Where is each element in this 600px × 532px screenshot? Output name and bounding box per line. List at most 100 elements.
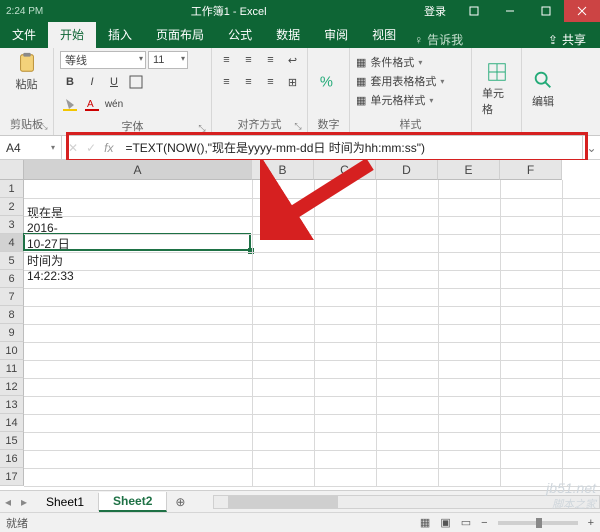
row-header[interactable]: 12 <box>0 378 24 396</box>
view-normal-icon[interactable]: ▦ <box>420 516 430 529</box>
new-sheet-button[interactable]: ⊕ <box>167 495 193 509</box>
dialog-launcher-icon[interactable]: ⤡ <box>292 121 304 133</box>
close-icon[interactable] <box>564 0 600 22</box>
tell-me[interactable]: ♀ 告诉我 <box>414 31 463 48</box>
cell-styles-button[interactable]: ▦单元格样式▾ <box>356 91 444 109</box>
chevron-down-icon: ▾ <box>181 54 185 63</box>
group-styles-label: 样式 <box>400 119 422 131</box>
zoom-out-icon[interactable]: − <box>481 517 487 529</box>
row-header[interactable]: 16 <box>0 450 24 468</box>
formula-text: =TEXT(NOW(),"现在是yyyy-mm-dd日 时间为hh:mm:ss"… <box>125 139 425 156</box>
table-format-icon: ▦ <box>356 75 366 88</box>
row-header[interactable]: 8 <box>0 306 24 324</box>
column-header[interactable]: D <box>376 160 438 180</box>
row-header[interactable]: 17 <box>0 468 24 486</box>
formula-input[interactable]: =TEXT(NOW(),"现在是yyyy-mm-dd日 时间为hh:mm:ss"… <box>119 136 582 159</box>
row-header[interactable]: 13 <box>0 396 24 414</box>
phonetic-button[interactable]: wén <box>104 94 124 114</box>
cancel-formula-icon[interactable]: ✕ <box>68 141 78 155</box>
font-name-value: 等线 <box>65 52 87 68</box>
row-header[interactable]: 9 <box>0 324 24 342</box>
font-color-button[interactable]: A <box>82 94 102 114</box>
row-header[interactable]: 15 <box>0 432 24 450</box>
name-box[interactable]: A4 ▾ <box>0 136 62 159</box>
sheet-tab[interactable]: Sheet2 <box>99 492 167 512</box>
group-font-label: 字体 <box>122 121 144 133</box>
zoom-knob[interactable] <box>536 518 542 528</box>
italic-button[interactable]: I <box>82 72 102 92</box>
tab-layout[interactable]: 页面布局 <box>144 22 216 48</box>
align-left-button[interactable]: ≡ <box>217 72 237 92</box>
row-header[interactable]: 1 <box>0 180 24 198</box>
row-header[interactable]: 7 <box>0 288 24 306</box>
cells-button[interactable]: 单元格 <box>478 59 515 119</box>
dialog-launcher-icon[interactable]: ⤡ <box>38 121 50 133</box>
view-layout-icon[interactable]: ▣ <box>440 516 450 529</box>
tab-insert[interactable]: 插入 <box>96 22 144 48</box>
column-header[interactable]: F <box>500 160 562 180</box>
scrollbar-thumb[interactable] <box>228 496 338 508</box>
group-number: % 数字 <box>308 48 350 135</box>
row-header[interactable]: 14 <box>0 414 24 432</box>
share-button[interactable]: ⇪ 共享 <box>534 31 600 48</box>
table-format-button[interactable]: ▦套用表格格式▾ <box>356 72 444 90</box>
sheet-tab[interactable]: Sheet1 <box>32 493 99 511</box>
border-button[interactable] <box>126 72 146 92</box>
tab-view[interactable]: 视图 <box>360 22 408 48</box>
dialog-launcher-icon[interactable]: ⤡ <box>196 123 208 135</box>
conditional-format-button[interactable]: ▦条件格式▾ <box>356 53 444 71</box>
sheet-nav-prev-icon[interactable]: ◂ <box>0 495 16 509</box>
titlebar: 2:24 PM 工作簿1 - Excel 登录 <box>0 0 600 22</box>
font-name-dropdown[interactable]: 等线▾ <box>60 51 146 69</box>
group-align: ≡ ≡ ≡ ↩ ≡ ≡ ≡ ⊞ 对齐方式⤡ <box>212 48 308 135</box>
row-header[interactable]: 2 <box>0 198 24 216</box>
tab-formulas[interactable]: 公式 <box>216 22 264 48</box>
align-center-button[interactable]: ≡ <box>239 72 259 92</box>
window-title: 工作簿1 - Excel <box>191 3 267 19</box>
underline-button[interactable]: U <box>104 72 124 92</box>
accept-formula-icon[interactable]: ✓ <box>86 141 96 155</box>
tab-home[interactable]: 开始 <box>48 22 96 48</box>
zoom-slider[interactable] <box>498 521 578 525</box>
row-header[interactable]: 11 <box>0 360 24 378</box>
fx-icon[interactable]: fx <box>104 141 113 155</box>
row-header[interactable]: 5 <box>0 252 24 270</box>
merge-button[interactable]: ⊞ <box>283 72 303 92</box>
select-all-corner[interactable] <box>0 160 24 180</box>
column-header[interactable]: A <box>24 160 252 180</box>
lightbulb-icon: ♀ <box>414 33 423 47</box>
login-link[interactable]: 登录 <box>424 3 446 19</box>
tab-file[interactable]: 文件 <box>0 22 48 48</box>
align-middle-button[interactable]: ≡ <box>239 50 259 70</box>
paste-button[interactable]: 粘贴 <box>12 50 42 94</box>
horizontal-scrollbar[interactable] <box>213 495 600 509</box>
expand-formula-bar-icon[interactable]: ⌄ <box>582 136 600 159</box>
align-right-button[interactable]: ≡ <box>261 72 281 92</box>
column-header[interactable]: E <box>438 160 500 180</box>
font-size-dropdown[interactable]: 11▾ <box>148 51 188 69</box>
row-header[interactable]: 3 <box>0 216 24 234</box>
row-header[interactable]: 6 <box>0 270 24 288</box>
minimize-icon[interactable] <box>492 0 528 22</box>
sheet-nav-next-icon[interactable]: ▸ <box>16 495 32 509</box>
wrap-text-button[interactable]: ↩ <box>283 50 303 70</box>
align-top-button[interactable]: ≡ <box>217 50 237 70</box>
row-header[interactable]: 4 <box>0 234 24 252</box>
spreadsheet-grid[interactable]: ABCDEF 1234567891011121314151617 现在是2016… <box>0 160 600 490</box>
tab-review[interactable]: 审阅 <box>312 22 360 48</box>
number-format-button[interactable]: % <box>314 68 344 94</box>
tab-data[interactable]: 数据 <box>264 22 312 48</box>
column-header[interactable]: B <box>252 160 314 180</box>
column-header[interactable]: C <box>314 160 376 180</box>
zoom-in-icon[interactable]: + <box>588 517 594 529</box>
bold-button[interactable]: B <box>60 72 80 92</box>
sheet-tab-bar: ◂ ▸ Sheet1 Sheet2 ⊕ <box>0 490 600 512</box>
maximize-icon[interactable] <box>528 0 564 22</box>
ribbon-options-icon[interactable] <box>456 0 492 22</box>
align-bottom-button[interactable]: ≡ <box>261 50 281 70</box>
row-header[interactable]: 10 <box>0 342 24 360</box>
fill-color-button[interactable] <box>60 94 80 114</box>
editing-button[interactable]: 编辑 <box>528 67 558 111</box>
fill-handle[interactable] <box>248 248 254 254</box>
view-pagebreak-icon[interactable]: ▭ <box>461 516 471 529</box>
